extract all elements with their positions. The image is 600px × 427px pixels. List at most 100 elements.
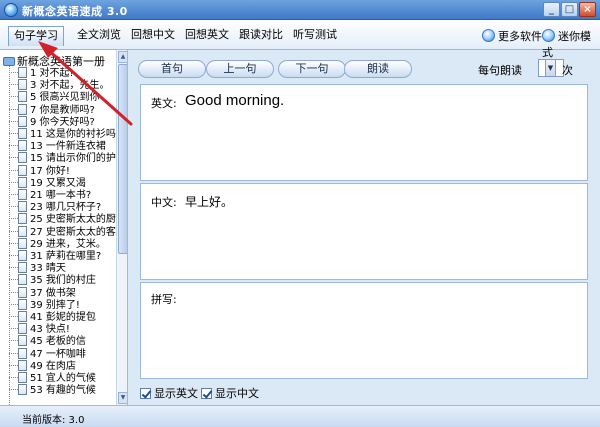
tree-item[interactable]: 1 对不起! bbox=[9, 67, 74, 79]
tree-item[interactable]: 51 宜人的气候 bbox=[9, 372, 96, 384]
scroll-thumb[interactable] bbox=[118, 64, 127, 254]
document-icon bbox=[18, 225, 27, 237]
document-icon bbox=[18, 262, 27, 274]
tree-item[interactable]: 3 对不起，先生。 bbox=[9, 79, 110, 91]
show-chinese-checkbox[interactable]: 显示中文 bbox=[201, 385, 259, 401]
document-icon bbox=[18, 176, 27, 188]
chevron-down-icon[interactable]: ▼ bbox=[545, 59, 556, 77]
tree-item-label: 41 彭妮的提包 bbox=[30, 312, 96, 323]
tree-branch bbox=[9, 316, 18, 317]
document-icon bbox=[18, 140, 27, 152]
english-panel: 英文: Good morning. bbox=[140, 84, 588, 181]
first-sentence-button[interactable]: 首句 bbox=[138, 60, 206, 78]
tree-item[interactable]: 29 进来，艾米。 bbox=[9, 237, 106, 250]
version-text: 当前版本: 3.0 bbox=[22, 415, 85, 426]
mini-mode-link[interactable]: 迷你模式 bbox=[542, 28, 600, 60]
document-icon bbox=[18, 250, 27, 261]
next-sentence-button[interactable]: 下一句 bbox=[278, 60, 346, 78]
tree-item[interactable]: 33 晴天 bbox=[9, 262, 66, 274]
tab-shadow-compare[interactable]: 跟读对比 bbox=[234, 26, 288, 46]
tree-item-label: 39 别摔了! bbox=[30, 299, 80, 311]
close-button[interactable]: × bbox=[579, 2, 596, 17]
tree-item[interactable]: 41 彭妮的提包 bbox=[9, 311, 96, 323]
read-times-unit: 次 bbox=[562, 64, 573, 77]
tree-item-label: 43 快点! bbox=[30, 324, 70, 336]
chinese-sentence: 早上好。 bbox=[185, 195, 234, 209]
document-icon bbox=[18, 79, 27, 91]
tree-item[interactable]: 25 史密斯太太的厨 bbox=[9, 213, 116, 225]
more-software-link[interactable]: 更多软件 bbox=[482, 28, 542, 44]
tree-item[interactable]: 31 萨莉在哪里? bbox=[9, 250, 101, 262]
scroll-down-arrow-icon[interactable]: ▼ bbox=[118, 392, 127, 404]
tree-branch bbox=[9, 291, 18, 293]
document-icon bbox=[18, 91, 27, 103]
tree-item[interactable]: 11 这是你的衬衫吗 bbox=[9, 128, 116, 140]
tab-recall-chinese[interactable]: 回想中文 bbox=[126, 26, 180, 46]
tree-item[interactable]: 27 史密斯太太的客 bbox=[9, 225, 116, 238]
tree-item[interactable]: 5 很高兴见到你 bbox=[9, 91, 100, 103]
tree-item-label: 17 你好! bbox=[30, 165, 70, 177]
tree-item[interactable]: 19 又累又渴 bbox=[9, 176, 86, 189]
book-icon bbox=[3, 57, 15, 66]
show-english-checkbox[interactable]: 显示英文 bbox=[140, 385, 198, 401]
maximize-button[interactable]: □ bbox=[561, 2, 578, 17]
tree-item[interactable]: 17 你好! bbox=[9, 164, 70, 177]
tree-item[interactable]: 39 别摔了! bbox=[9, 298, 80, 311]
tree-branch bbox=[9, 133, 18, 134]
prev-sentence-button[interactable]: 上一句 bbox=[206, 60, 274, 78]
tree-branch bbox=[9, 72, 18, 73]
tree-branch bbox=[9, 157, 18, 159]
show-chinese-label: 显示中文 bbox=[215, 387, 259, 400]
chinese-label: 中文: bbox=[151, 196, 177, 209]
tree-item[interactable]: 37 做书架 bbox=[9, 286, 76, 299]
tree-branch bbox=[9, 230, 18, 232]
tree-item-label: 29 进来，艾米。 bbox=[30, 238, 106, 250]
tree-item[interactable]: 45 老板的信 bbox=[9, 335, 86, 347]
tab-recall-english[interactable]: 回想英文 bbox=[180, 26, 234, 46]
tab-full-text[interactable]: 全文浏览 bbox=[72, 26, 126, 46]
tree-item[interactable]: 21 哪一本书? bbox=[9, 189, 91, 201]
tree-item[interactable]: 9 你今天好吗? bbox=[9, 115, 95, 128]
document-icon bbox=[18, 372, 27, 383]
tree-branch bbox=[9, 108, 18, 110]
tree-branch bbox=[9, 242, 18, 244]
tree-root[interactable]: 新概念英语第一册 bbox=[3, 53, 105, 68]
tree-item-label: 13 一件新连衣裙 bbox=[30, 141, 106, 153]
tree-item-label: 51 宜人的气候 bbox=[30, 373, 96, 384]
english-sentence: Good morning. bbox=[185, 92, 285, 109]
tree-branch bbox=[9, 194, 18, 195]
minimize-button[interactable]: _ bbox=[543, 2, 560, 17]
tree-item[interactable]: 53 有趣的气候 bbox=[9, 384, 96, 396]
title-bar: 新概念英语速成 3.0 _ □ × bbox=[0, 0, 600, 20]
document-icon bbox=[18, 347, 27, 359]
document-icon bbox=[18, 359, 27, 371]
tab-sentence-study[interactable]: 句子学习 bbox=[8, 26, 64, 46]
tree-item[interactable]: 49 在肉店 bbox=[9, 359, 76, 372]
document-icon bbox=[18, 311, 27, 322]
tree-item-label: 45 老板的信 bbox=[30, 336, 86, 348]
read-aloud-button[interactable]: 朗读 bbox=[344, 60, 412, 78]
tree-branch bbox=[9, 181, 18, 183]
scroll-up-arrow-icon[interactable]: ▲ bbox=[118, 51, 127, 63]
tree-item[interactable]: 23 哪几只杯子? bbox=[9, 201, 101, 213]
dictation-panel[interactable]: 拼写: bbox=[140, 282, 588, 379]
tree-branch bbox=[9, 352, 18, 354]
tree-scrollbar[interactable]: ▲ ▼ bbox=[116, 50, 127, 405]
tree-item-label: 31 萨莉在哪里? bbox=[30, 251, 102, 262]
tree-branch bbox=[9, 96, 18, 98]
tree-item-label: 27 史密斯太太的客 bbox=[30, 226, 116, 238]
tree-item[interactable]: 13 一件新连衣裙 bbox=[9, 140, 106, 152]
tree-item[interactable]: 15 请出示你们的护 bbox=[9, 152, 116, 164]
lesson-tree: 新概念英语第一册 1 对不起! 3 对不起，先生。 5 很高兴见到你 7 你是教师吗?… bbox=[0, 50, 128, 405]
tree-branch bbox=[9, 340, 18, 342]
tree-item[interactable]: 43 快点! bbox=[9, 323, 70, 335]
tab-dictation-test[interactable]: 听写测试 bbox=[288, 26, 342, 46]
tree-branch bbox=[9, 364, 18, 366]
tree-item-label: 53 有趣的气候 bbox=[30, 385, 96, 397]
tree-item[interactable]: 35 我们的村庄 bbox=[9, 274, 96, 286]
tree-item[interactable]: 47 一杯咖啡 bbox=[9, 347, 86, 360]
tree-item-label: 3 对不起，先生。 bbox=[30, 80, 110, 92]
tree-branch bbox=[9, 84, 18, 86]
tree-item-label: 11 这是你的衬衫吗 bbox=[30, 129, 116, 140]
tree-item[interactable]: 7 你是教师吗? bbox=[9, 103, 95, 116]
